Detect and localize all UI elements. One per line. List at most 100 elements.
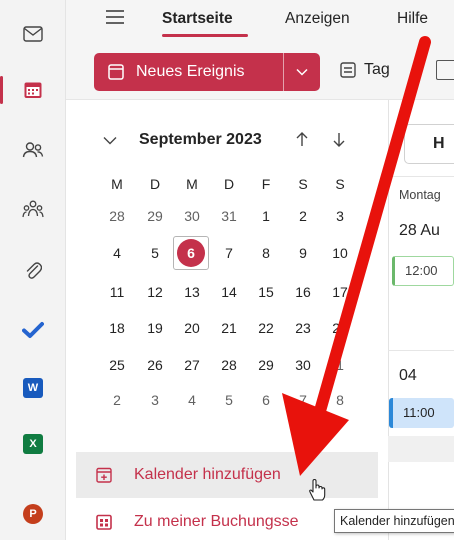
calendar-icon: [24, 82, 42, 98]
day-cell[interactable]: 7: [288, 392, 318, 412]
event-chip-b[interactable]: 11:00: [389, 398, 454, 428]
arrow-down-icon[interactable]: [333, 132, 345, 147]
booking-label: Zu meiner Buchungsse: [134, 513, 299, 530]
day-cell[interactable]: 8: [251, 245, 281, 265]
day-cell[interactable]: 13: [177, 284, 207, 304]
day-cell[interactable]: 30: [288, 357, 318, 377]
day-cell[interactable]: 22: [251, 320, 281, 340]
day-cell[interactable]: 14: [214, 284, 244, 304]
day-cell[interactable]: 25: [102, 357, 132, 377]
day-view-button[interactable]: Tag: [340, 61, 390, 79]
date-label-a: 28 Au: [399, 222, 440, 239]
day-cell[interactable]: 6: [251, 392, 281, 412]
calendar-grid-pane: [388, 100, 454, 540]
date-label-b: 04: [399, 367, 417, 384]
rail-groups[interactable]: [0, 190, 66, 230]
rail-word[interactable]: W: [0, 368, 66, 408]
day-cell[interactable]: 29: [251, 357, 281, 377]
day-cell[interactable]: 2: [288, 208, 318, 228]
day-cell[interactable]: 16: [288, 284, 318, 304]
day-cell[interactable]: 1: [251, 208, 281, 228]
event-chip-a[interactable]: 12:00: [392, 256, 454, 286]
day-cell[interactable]: 28: [102, 208, 132, 228]
rail-powerpoint[interactable]: P: [0, 494, 66, 534]
rail-excel[interactable]: X: [0, 424, 66, 464]
weekday-sat: S: [298, 176, 308, 192]
weekday-thu: D: [223, 176, 235, 192]
weekday-tue: D: [149, 176, 161, 192]
day-cell[interactable]: 10: [325, 245, 355, 265]
tab-hilfe[interactable]: Hilfe: [397, 10, 428, 28]
day-cell[interactable]: 4: [102, 245, 132, 265]
day-cell[interactable]: 21: [214, 320, 244, 340]
day-cell[interactable]: 3: [325, 208, 355, 228]
day-cell[interactable]: 15: [251, 284, 281, 304]
day-cell[interactable]: 9: [288, 245, 318, 265]
day-cell[interactable]: 27: [177, 357, 207, 377]
day-cell[interactable]: 31: [214, 208, 244, 228]
day-cell[interactable]: 30: [177, 208, 207, 228]
excel-icon: X: [23, 434, 43, 454]
day-cell[interactable]: 17: [325, 284, 355, 304]
day-cell[interactable]: 24: [325, 320, 355, 340]
new-event-dropdown[interactable]: [284, 68, 320, 76]
booking-icon: [96, 514, 112, 530]
day-cell[interactable]: 29: [140, 208, 170, 228]
day-cell[interactable]: 28: [214, 357, 244, 377]
day-cell[interactable]: 26: [140, 357, 170, 377]
day-cell[interactable]: 7: [214, 245, 244, 265]
divider: [388, 176, 454, 177]
day-cell[interactable]: 12: [140, 284, 170, 304]
day-cell[interactable]: 8: [325, 392, 355, 412]
people-icon: [22, 142, 44, 158]
weekday-sun: S: [335, 176, 345, 192]
day-cell[interactable]: 11: [102, 284, 132, 304]
day-cell[interactable]: 20: [177, 320, 207, 340]
day-header: Montag: [399, 188, 441, 202]
tooltip: Kalender hinzufügen: [334, 509, 454, 533]
attachment-icon: [26, 262, 42, 279]
day-view-label: Tag: [364, 61, 390, 78]
day-cell[interactable]: 5: [214, 392, 244, 412]
hand-cursor-icon: [309, 478, 326, 501]
weekday-fri: F: [261, 176, 271, 192]
row-band: [388, 436, 454, 462]
collapse-chevron-icon[interactable]: [103, 136, 117, 145]
booking-page-button[interactable]: Zu meiner Buchungsse: [76, 499, 378, 540]
calendar-add-icon: [96, 467, 112, 483]
day-cell[interactable]: 18: [102, 320, 132, 340]
hamburger-icon[interactable]: [106, 10, 124, 24]
day-cell[interactable]: 23: [288, 320, 318, 340]
day-cell[interactable]: 3: [140, 392, 170, 412]
tab-anzeigen[interactable]: Anzeigen: [285, 10, 350, 28]
mail-icon: [23, 26, 43, 42]
day-cell[interactable]: 1: [325, 357, 355, 377]
arrow-up-icon[interactable]: [296, 132, 308, 147]
work-week-icon[interactable]: [436, 60, 454, 80]
day-view-icon: [340, 62, 356, 78]
rail-files[interactable]: [0, 250, 66, 290]
new-event-main[interactable]: Neues Ereignis: [94, 53, 284, 91]
powerpoint-icon: P: [23, 504, 43, 524]
day-cell[interactable]: 4: [177, 392, 207, 412]
today-cell[interactable]: 6: [177, 239, 205, 267]
day-cell[interactable]: 2: [102, 392, 132, 412]
rail-people[interactable]: [0, 130, 66, 170]
weekday-mon: M: [111, 176, 123, 192]
today-button[interactable]: H: [404, 124, 454, 164]
rail-calendar[interactable]: [0, 70, 66, 110]
app-rail: W X P: [0, 0, 66, 540]
add-calendar-button[interactable]: Kalender hinzufügen: [76, 452, 378, 498]
ribbon: Neues Ereignis Tag: [66, 42, 454, 100]
new-event-label: Neues Ereignis: [136, 63, 245, 80]
month-title[interactable]: September 2023: [139, 131, 262, 149]
chevron-down-icon: [296, 68, 308, 76]
rail-mail[interactable]: [0, 14, 66, 54]
new-event-button[interactable]: Neues Ereignis: [94, 53, 320, 91]
word-icon: W: [23, 378, 43, 398]
rail-todo[interactable]: [0, 310, 66, 350]
tab-startseite[interactable]: Startseite: [162, 10, 233, 28]
top-nav: Startseite Anzeigen Hilfe: [66, 0, 454, 42]
day-cell[interactable]: 5: [140, 245, 170, 265]
day-cell[interactable]: 19: [140, 320, 170, 340]
